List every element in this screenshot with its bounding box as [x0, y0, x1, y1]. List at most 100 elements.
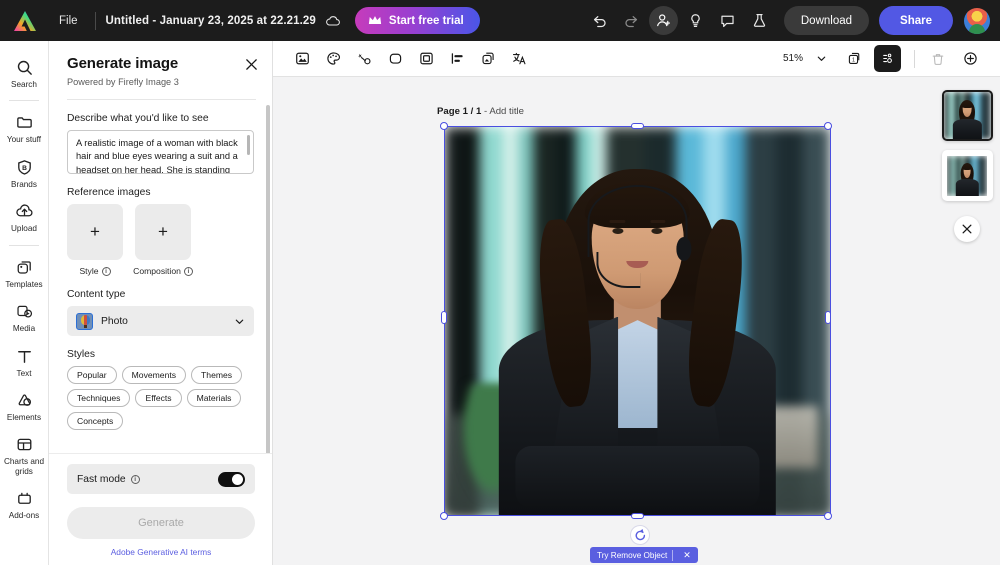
fast-mode-label-group: Fast mode i [77, 474, 218, 485]
close-pages-panel-button[interactable] [954, 216, 980, 242]
start-free-trial-label: Start free trial [388, 14, 464, 27]
translate-icon[interactable] [506, 45, 533, 72]
add-ons-icon [17, 492, 31, 505]
add-page-icon[interactable] [957, 45, 984, 72]
style-chip-techniques[interactable]: Techniques [67, 389, 131, 407]
resize-handle-left[interactable] [441, 311, 447, 324]
headset-band [587, 184, 688, 257]
sidebar-item-text[interactable]: Text [0, 340, 49, 384]
undo-icon[interactable] [585, 6, 614, 35]
sidebar-item-add-ons[interactable]: Add-ons [0, 482, 49, 526]
avatar[interactable] [964, 7, 990, 34]
resize-handle-top-left[interactable] [440, 122, 448, 130]
sidebar-item-charts-and-grids[interactable]: Charts and grids [0, 428, 49, 482]
lightbulb-icon[interactable] [681, 6, 710, 35]
text-icon [17, 350, 31, 363]
start-free-trial-button[interactable]: Start free trial [354, 7, 480, 34]
close-icon[interactable] [241, 54, 261, 74]
resize-handle-bottom-right[interactable] [824, 512, 832, 520]
reference-images-row: + Style i + Composition i [67, 204, 254, 276]
rotate-handle-icon[interactable] [630, 525, 650, 545]
document-title[interactable]: Untitled - January 23, 2025 at 22.21.29 [106, 15, 316, 27]
elements-icon [18, 394, 31, 406]
zoom-level[interactable]: 51% [783, 53, 803, 64]
resize-handle-right[interactable] [825, 311, 831, 324]
add-title-button[interactable]: - Add title [484, 106, 524, 117]
resize-handle-bottom-left[interactable] [440, 512, 448, 520]
style-chip-concepts[interactable]: Concepts [67, 412, 124, 430]
artboard[interactable] [445, 127, 830, 515]
page-label-prefix: Page [437, 106, 460, 117]
info-icon[interactable]: i [101, 266, 111, 276]
panel-footer: Fast mode i Generate Adobe Generative AI… [49, 453, 272, 565]
resize-handle-top[interactable] [631, 123, 644, 129]
share-button[interactable]: Share [879, 6, 953, 35]
magic-wand-icon[interactable] [351, 45, 378, 72]
sidebar-item-brands[interactable]: B Brands [0, 151, 49, 195]
file-menu[interactable]: File [52, 11, 85, 31]
resize-handle-bottom[interactable] [631, 513, 644, 519]
page-thumbnail-1[interactable] [941, 90, 993, 141]
prompt-scrollbar[interactable] [247, 135, 250, 155]
comment-icon[interactable] [713, 6, 742, 35]
sidebar-item-elements[interactable]: Elements [0, 384, 49, 428]
sidebar-item-label: Upload [11, 224, 37, 234]
prompt-input[interactable]: A realistic image of a woman with black … [67, 130, 254, 174]
layers-panel-icon[interactable] [874, 45, 901, 72]
color-palette-icon[interactable] [320, 45, 347, 72]
generative-ai-terms-link[interactable]: Adobe Generative AI terms [67, 547, 255, 557]
generate-button[interactable]: Generate [67, 507, 255, 539]
trash-icon[interactable] [924, 45, 951, 72]
page-count-icon[interactable]: 1 [841, 45, 868, 72]
page-title: Generate image [67, 55, 179, 72]
align-icon[interactable] [444, 45, 471, 72]
toolbar-divider [94, 11, 96, 30]
style-chip-popular[interactable]: Popular [67, 366, 117, 384]
style-chip-materials[interactable]: Materials [186, 389, 242, 407]
cloud-saved-icon[interactable] [325, 13, 341, 29]
canvas-toolbar-right: 51% 1 [783, 45, 988, 72]
style-chip-effects[interactable]: Effects [135, 389, 182, 407]
media-icon [16, 305, 32, 318]
page-thumbnail-1-image [943, 92, 991, 139]
canvas-area[interactable]: Page 1 / 1 - Add title Try Remove Object… [273, 77, 1000, 565]
style-chip-themes[interactable]: Themes [191, 366, 243, 384]
style-chip-movements[interactable]: Movements [121, 366, 187, 384]
page-total: 1 [475, 106, 482, 117]
content-type-select[interactable]: Photo [67, 306, 254, 336]
fast-mode-toggle[interactable] [218, 471, 245, 487]
generated-image[interactable] [445, 127, 830, 515]
rail-divider [9, 100, 39, 102]
chevron-down-icon[interactable] [808, 45, 835, 72]
try-remove-object-badge[interactable]: Try Remove Object ✕ [590, 547, 698, 563]
templates-icon [17, 261, 31, 274]
page-count-value: 1 [852, 58, 855, 64]
download-button[interactable]: Download [783, 6, 870, 35]
redo-icon[interactable] [617, 6, 646, 35]
duplicate-icon[interactable] [475, 45, 502, 72]
close-icon[interactable]: ✕ [678, 550, 696, 561]
sidebar-item-upload[interactable]: Upload [0, 195, 49, 239]
crop-shape-icon[interactable] [382, 45, 409, 72]
plus-icon: + [158, 222, 168, 241]
reference-composition-label: Composition [133, 266, 181, 276]
panel-scrollbar[interactable] [266, 105, 270, 485]
sidebar-item-search[interactable]: Search [0, 51, 49, 95]
add-style-reference-button[interactable]: + [67, 204, 123, 260]
search-icon [17, 60, 32, 75]
sidebar-item-label: Templates [5, 279, 43, 289]
add-composition-reference-button[interactable]: + [135, 204, 191, 260]
info-icon[interactable]: i [183, 266, 193, 276]
page-thumbnail-2[interactable] [941, 150, 993, 201]
adobe-express-logo[interactable] [12, 9, 38, 33]
sidebar-item-label: Elements [6, 412, 42, 422]
sidebar-item-media[interactable]: Media [0, 295, 49, 339]
sidebar-item-your-stuff[interactable]: Your stuff [0, 106, 49, 150]
flask-icon[interactable] [745, 6, 774, 35]
frame-icon[interactable] [413, 45, 440, 72]
resize-handle-top-right[interactable] [824, 122, 832, 130]
sidebar-item-templates[interactable]: Templates [0, 251, 49, 295]
generative-fill-icon[interactable] [289, 45, 316, 72]
info-icon[interactable]: i [130, 474, 140, 484]
add-person-icon[interactable] [648, 6, 678, 35]
